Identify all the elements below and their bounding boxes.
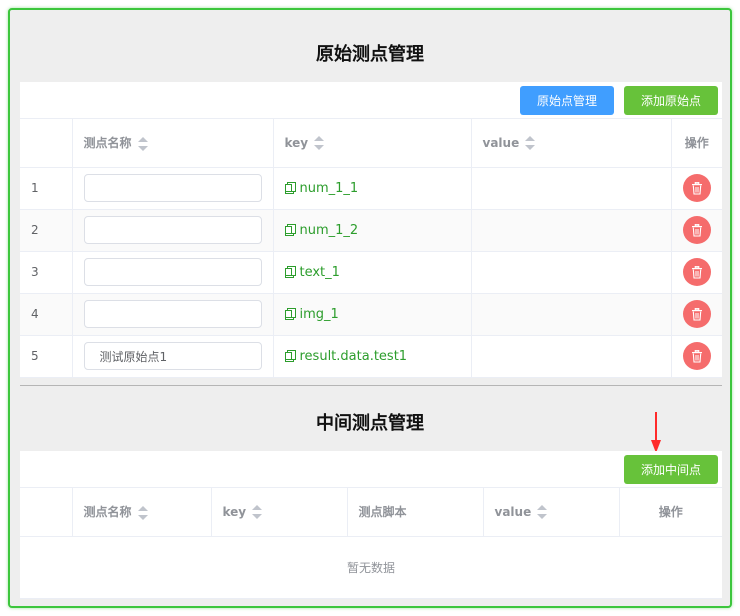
sort-caret-icon[interactable] xyxy=(252,505,263,519)
trash-icon xyxy=(691,307,702,321)
sort-caret-icon[interactable] xyxy=(137,505,148,520)
original-points-table: 测点名称 key value 操作 1 num_1_1 2 num_1_2 3 … xyxy=(20,119,722,378)
copy-icon[interactable] xyxy=(284,265,296,278)
value-column-header[interactable]: value xyxy=(471,119,672,168)
point-name-input[interactable] xyxy=(83,174,262,202)
copy-icon[interactable] xyxy=(284,181,296,194)
value-cell xyxy=(471,251,672,294)
table-row: 2 num_1_2 xyxy=(20,209,722,252)
section-divider xyxy=(20,385,722,386)
table-row: 1 num_1_1 xyxy=(20,167,722,210)
row-index: 1 xyxy=(20,167,73,210)
key-cell: text_1 xyxy=(273,251,472,294)
add-intermediate-button[interactable]: 添加中间点 xyxy=(624,455,718,484)
intermediate-toolbar: 添加中间点 xyxy=(20,451,722,488)
action-cell xyxy=(671,251,722,294)
copy-icon[interactable] xyxy=(284,349,296,362)
key-text: img_1 xyxy=(299,306,339,322)
value-cell xyxy=(471,167,672,210)
action-column-header: 操作 xyxy=(619,488,722,537)
column-label: 测点名称 xyxy=(83,505,132,520)
name-cell xyxy=(72,335,274,378)
point-name-input[interactable] xyxy=(83,216,262,244)
table-row: 4 img_1 xyxy=(20,293,722,336)
table-header-row: 测点名称 key 测点脚本 value 操作 xyxy=(20,488,722,537)
value-cell xyxy=(471,335,672,378)
index-column-header xyxy=(20,119,73,168)
table-header-row: 测点名称 key value 操作 xyxy=(20,119,722,168)
sort-caret-icon[interactable] xyxy=(137,136,148,151)
name-cell xyxy=(72,167,274,210)
name-cell xyxy=(72,251,274,294)
original-points-panel: 原始点管理 添加原始点 测点名称 key value 操作 1 num_1_1 xyxy=(20,82,722,378)
delete-button[interactable] xyxy=(682,174,711,202)
key-cell: img_1 xyxy=(273,293,472,336)
original-toolbar: 原始点管理 添加原始点 xyxy=(20,82,722,119)
page-frame: 原始测点管理 原始点管理 添加原始点 测点名称 key value 操作 1 n… xyxy=(8,8,732,608)
delete-button[interactable] xyxy=(682,258,711,286)
key-text: result.data.test1 xyxy=(299,348,408,364)
action-cell xyxy=(671,293,722,336)
point-name-input[interactable] xyxy=(83,300,262,328)
value-cell xyxy=(471,209,672,252)
red-arrow-icon xyxy=(651,412,661,453)
script-column-header: 测点脚本 xyxy=(347,488,484,537)
action-column-header: 操作 xyxy=(671,119,722,168)
key-cell: result.data.test1 xyxy=(273,335,472,378)
action-cell xyxy=(671,209,722,252)
row-index: 2 xyxy=(20,209,73,252)
delete-button[interactable] xyxy=(682,216,711,244)
key-cell: num_1_2 xyxy=(273,209,472,252)
table-row: 5 result.data.test1 xyxy=(20,335,722,378)
column-label: value xyxy=(494,504,532,519)
column-label: key xyxy=(222,504,247,519)
action-cell xyxy=(671,335,722,378)
key-cell: num_1_1 xyxy=(273,167,472,210)
value-cell xyxy=(471,293,672,336)
row-index: 4 xyxy=(20,293,73,336)
copy-icon[interactable] xyxy=(284,223,296,236)
trash-icon xyxy=(691,181,702,195)
key-text: num_1_2 xyxy=(299,222,359,238)
trash-icon xyxy=(691,223,702,237)
delete-button[interactable] xyxy=(682,342,711,370)
intermediate-points-panel: 添加中间点 测点名称 key 测点脚本 value 操作 暂无数据 xyxy=(20,451,722,599)
key-column-header[interactable]: key xyxy=(273,119,472,168)
name-cell xyxy=(72,293,274,336)
add-original-button[interactable]: 添加原始点 xyxy=(624,86,718,115)
empty-row: 暂无数据 xyxy=(20,536,722,599)
intermediate-points-table: 测点名称 key 测点脚本 value 操作 暂无数据 xyxy=(20,488,722,599)
trash-icon xyxy=(691,349,702,363)
column-label: key xyxy=(284,135,309,150)
name-column-header[interactable]: 测点名称 xyxy=(72,119,274,168)
action-cell xyxy=(671,167,722,210)
empty-text: 暂无数据 xyxy=(20,536,722,599)
row-index: 3 xyxy=(20,251,73,294)
index-column-header xyxy=(20,488,73,537)
key-column-header[interactable]: key xyxy=(211,488,348,537)
value-column-header[interactable]: value xyxy=(483,488,620,537)
sort-caret-icon[interactable] xyxy=(525,136,536,150)
key-text: text_1 xyxy=(299,264,340,280)
row-index: 5 xyxy=(20,335,73,378)
table-row: 3 text_1 xyxy=(20,251,722,294)
key-text: num_1_1 xyxy=(299,180,359,196)
column-label: value xyxy=(482,135,520,150)
copy-icon[interactable] xyxy=(284,307,296,320)
name-column-header[interactable]: 测点名称 xyxy=(72,488,212,537)
point-name-input[interactable] xyxy=(83,258,262,286)
sort-caret-icon[interactable] xyxy=(537,505,548,519)
trash-icon xyxy=(691,265,702,279)
point-name-input[interactable] xyxy=(83,342,262,370)
column-label: 测点名称 xyxy=(83,136,132,151)
name-cell xyxy=(72,209,274,252)
intermediate-section-title: 中间测点管理 xyxy=(316,413,424,434)
delete-button[interactable] xyxy=(682,300,711,328)
manage-original-button[interactable]: 原始点管理 xyxy=(520,86,614,115)
sort-caret-icon[interactable] xyxy=(314,136,325,150)
original-section-title: 原始测点管理 xyxy=(316,44,424,65)
